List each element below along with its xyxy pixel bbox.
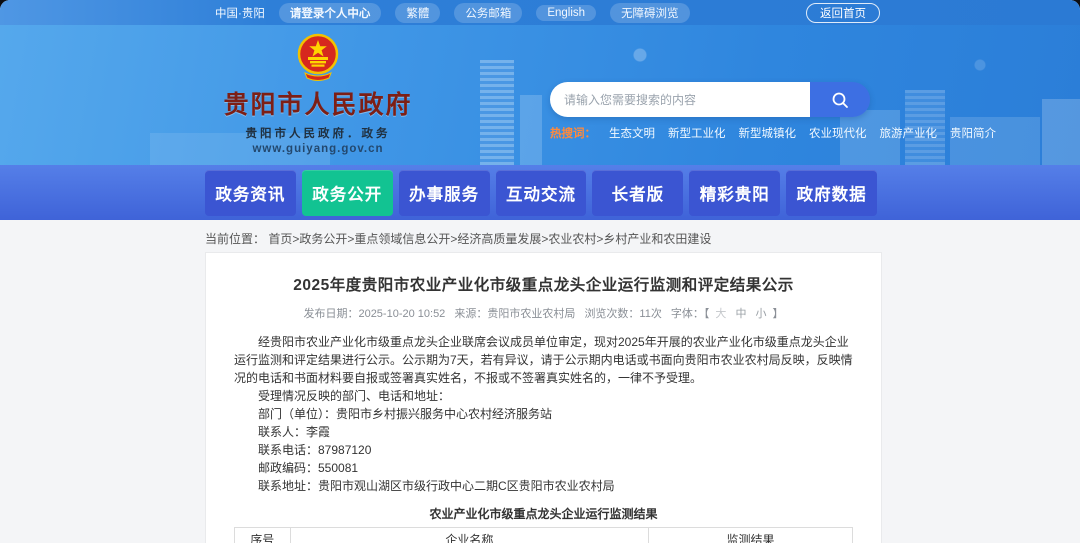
paragraph: 联系电话：87987120 [258,443,372,457]
paragraph: 部门（单位）：贵阳市乡村振兴服务中心农村经济服务站 [258,407,553,421]
font-size-small-button[interactable]: 小 [756,308,767,320]
header-seq: 序号 [234,527,291,543]
paragraph: 经贵阳市农业产业化市级重点龙头企业联席会议成员单位审定，现对2025年开展的农业… [234,335,853,385]
skyline-decoration [1042,99,1080,165]
hot-term-ecology[interactable]: 生态文明 [609,125,655,141]
tab-jingcai-guiyang[interactable]: 精彩贵阳 [689,170,781,216]
page: 中国·贵阳 请登录个人中心 繁體 公务邮箱 English 无障碍浏览 返回首页 [0,0,1080,543]
link-english[interactable]: English [536,4,597,21]
tab-zhengwu-gongkai[interactable]: 政务公开 [301,170,393,216]
hot-term-tourism[interactable]: 旅游产业化 [880,125,938,141]
header-company: 企业名称 [289,527,650,543]
font-size-label: 字体：【 [670,308,710,320]
hot-search-row: 热搜词： 生态文明 新型工业化 新型城镇化 农业现代化 旅游产业化 贵阳简介 [550,125,996,141]
article-source: 来源：贵阳市农业农村局 [454,308,576,320]
link-login-personal-center[interactable]: 请登录个人中心 [278,2,382,23]
search-icon [832,92,848,108]
paragraph: 受理情况反映的部门、电话和地址： [258,389,451,403]
link-official-mail[interactable]: 公务邮箱 [454,2,523,23]
publish-date: 发布日期：2025-10-20 10:52 [303,308,446,320]
paragraph: 联系人：李霞 [258,425,331,439]
hot-term-guiyang-intro[interactable]: 贵阳简介 [950,125,996,141]
article-body: 经贵阳市农业产业化市级重点龙头企业联席会议成员单位审定，现对2025年开展的农业… [234,333,853,495]
hot-term-industrialization[interactable]: 新型工业化 [668,125,726,141]
article-meta: 发布日期：2025-10-20 10:52 来源：贵阳市农业农村局 浏览次数：1… [234,305,853,321]
site-url: www.guiyang.gov.cn [252,143,384,155]
hot-term-agri-modernization[interactable]: 农业现代化 [809,125,867,141]
monitoring-result-table: 序号 企业名称 监测结果 1 贵州合力超市采购有限公司 合格 2 贵州友禾种业有… [234,527,853,543]
paragraph: 联系地址：贵阳市观山湖区市级行政中心二期C区贵阳市农业农村局 [258,479,615,493]
tab-zhengfu-shuju[interactable]: 政府数据 [786,170,878,216]
site-subtitle: 贵阳市人民政府．政务 [245,128,391,140]
tab-hudong-jiaoliu[interactable]: 互动交流 [495,170,587,216]
national-emblem-icon [297,33,339,81]
hot-term-urbanization[interactable]: 新型城镇化 [739,125,797,141]
search-bar [550,82,870,117]
main-navigation: 政务资讯 政务公开 办事服务 互动交流 长者版 精彩贵阳 政府数据 [0,165,1080,220]
search-button[interactable] [810,82,870,117]
link-accessibility[interactable]: 无障碍浏览 [610,2,690,23]
font-size-label-close: 】 [772,308,784,320]
article-title: 2025年度贵阳市农业产业化市级重点龙头企业运行监测和评定结果公示 [293,277,794,294]
breadcrumb-label: 当前位置： [205,232,266,246]
content-area: 当前位置： 首页>政务公开>重点领域信息公开>经济高质量发展>农业农村>乡村产业… [0,220,1080,543]
tab-zhangzhe-ban[interactable]: 长者版 [592,170,684,216]
link-traditional-chinese[interactable]: 繁體 [395,2,441,23]
skyline-decoration [520,95,542,165]
hot-search-label: 热搜词： [550,128,596,140]
site-title: 贵阳市人民政府 [223,91,413,119]
header-result: 监测结果 [648,527,853,543]
site-banner: 贵阳市人民政府 贵阳市人民政府．政务 www.guiyang.gov.cn 热搜… [0,25,1080,165]
table-caption: 农业产业化市级重点龙头企业运行监测结果 [429,507,658,521]
tab-zhengwu-zixun[interactable]: 政务资讯 [205,170,296,216]
site-logo[interactable]: 贵阳市人民政府 贵阳市人民政府．政务 www.guiyang.gov.cn [213,33,423,155]
view-count: 浏览次数：11次 [584,308,662,320]
link-china-guiyang[interactable]: 中国·贵阳 [215,5,265,21]
skyline-decoration [480,60,514,165]
return-home-button[interactable]: 返回首页 [806,3,880,23]
table-header-row: 序号 企业名称 监测结果 [234,527,853,543]
font-size-medium-button[interactable]: 中 [735,308,746,320]
top-utility-bar: 中国·贵阳 请登录个人中心 繁體 公务邮箱 English 无障碍浏览 返回首页 [0,0,1080,25]
search-input[interactable] [550,82,810,117]
breadcrumb-path[interactable]: 首页>政务公开>重点领域信息公开>经济高质量发展>农业农村>乡村产业和农田建设 [268,232,711,246]
font-size-large-button[interactable]: 大 [715,308,726,320]
article-card: 2025年度贵阳市农业产业化市级重点龙头企业运行监测和评定结果公示 发布日期：2… [205,252,882,543]
top-links: 中国·贵阳 请登录个人中心 繁體 公务邮箱 English 无障碍浏览 [215,2,690,23]
nav-tabs: 政务资讯 政务公开 办事服务 互动交流 长者版 精彩贵阳 政府数据 [205,170,878,216]
tab-banshi-fuwu[interactable]: 办事服务 [398,170,490,216]
search-area: 热搜词： 生态文明 新型工业化 新型城镇化 农业现代化 旅游产业化 贵阳简介 [550,82,996,141]
breadcrumb: 当前位置： 首页>政务公开>重点领域信息公开>经济高质量发展>农业农村>乡村产业… [205,230,711,247]
paragraph: 邮政编码：550081 [258,461,359,475]
